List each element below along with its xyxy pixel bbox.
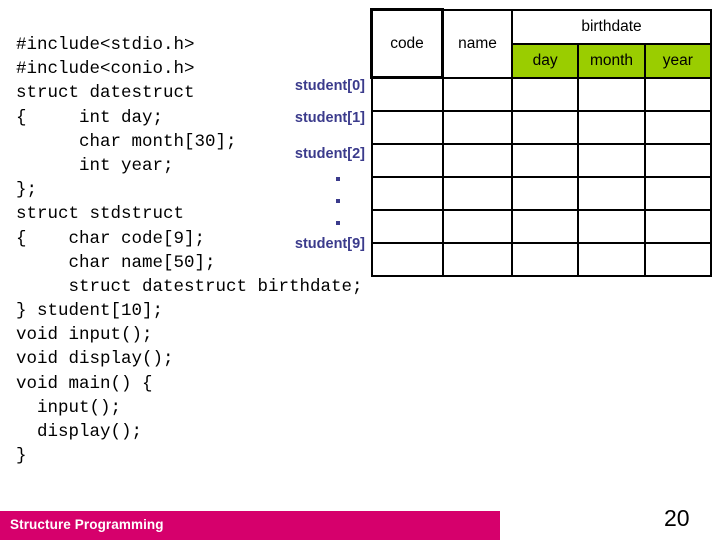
- table-cell: [643, 76, 713, 112]
- slide-canvas: #include<stdio.h> #include<conio.h> struct…: [0, 0, 720, 540]
- table-cell: [510, 143, 580, 178]
- table-cell: [370, 209, 444, 244]
- code-line: }: [16, 446, 27, 467]
- array-label-student-2: student[2]: [294, 146, 365, 162]
- table-header-code: code: [370, 8, 444, 79]
- code-line: void input();: [16, 325, 153, 346]
- table-cell: [577, 176, 646, 211]
- ellipsis-dot-icon: [336, 221, 340, 225]
- table-cell: [370, 242, 444, 277]
- table-body: [370, 76, 713, 277]
- table-cell: [510, 242, 580, 277]
- table-row: [370, 110, 713, 145]
- table-row: [370, 209, 713, 244]
- table-cell: [577, 143, 646, 178]
- table-header-year: year: [643, 42, 713, 79]
- ellipsis-dot-icon: [336, 199, 340, 203]
- table-cell: [577, 110, 646, 145]
- footer-banner: Structure Programming: [0, 511, 500, 540]
- table-header-day: day: [510, 42, 580, 79]
- table-header: code name birthdate day month year: [370, 8, 713, 79]
- table-cell: [441, 76, 513, 112]
- footer-banner-label: Structure Programming: [10, 517, 164, 532]
- code-line: } student[10];: [16, 301, 164, 322]
- table-row: [370, 76, 713, 112]
- table-cell: [510, 176, 580, 211]
- table-cell: [643, 242, 713, 277]
- table-cell: [441, 176, 513, 211]
- table-header-row-top: code name birthdate: [370, 8, 712, 79]
- code-line: void main() {: [16, 373, 153, 394]
- table-cell: [643, 209, 713, 244]
- table-cell: [643, 110, 713, 145]
- table-cell: [577, 76, 646, 112]
- ellipsis-dot-icon: [336, 177, 340, 181]
- table-header-month: month: [577, 42, 646, 79]
- table-cell: [441, 242, 513, 277]
- code-line: display();: [16, 422, 143, 442]
- code-line: struct datestruct birthdate;: [16, 276, 363, 297]
- array-label-student-0: student[0]: [294, 78, 365, 94]
- table-cell: [643, 176, 713, 211]
- table-cell: [577, 242, 646, 277]
- table-cell: [441, 143, 513, 178]
- table-cell: [370, 76, 444, 112]
- array-label-student-1: student[1]: [294, 110, 365, 126]
- table-row: [370, 143, 713, 178]
- table-cell: [643, 143, 713, 178]
- table-cell: [370, 110, 444, 145]
- table-header-birthdate: birthdate: [511, 8, 712, 45]
- table-header-name: name: [441, 8, 513, 79]
- code-line: void display();: [16, 349, 174, 370]
- code-line: input();: [16, 397, 122, 418]
- table-cell: [510, 209, 580, 244]
- table-cell: [370, 143, 444, 178]
- struct-array-table: code name birthdate day month year: [370, 8, 713, 277]
- table-cell: [510, 76, 580, 112]
- table-row: [370, 176, 713, 211]
- table-cell: [441, 209, 513, 244]
- table-cell: [510, 110, 580, 145]
- table-row: [370, 242, 713, 277]
- slide-number: 20: [664, 505, 690, 531]
- table-cell: [441, 110, 513, 145]
- table-cell: [577, 209, 646, 244]
- table-cell: [370, 176, 444, 211]
- array-label-student-9: student[9]: [294, 236, 365, 252]
